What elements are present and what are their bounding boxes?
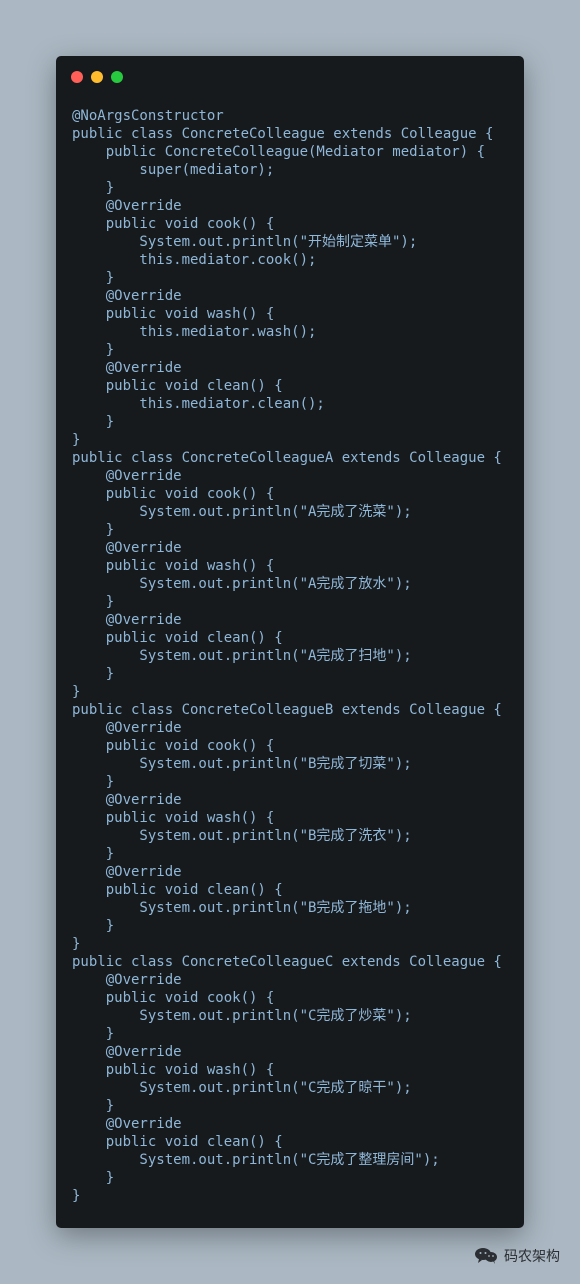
maximize-button[interactable] [111, 71, 123, 83]
code-line: public void wash() { [72, 1062, 275, 1078]
code-line: System.out.println("C完成了炒菜"); [72, 1008, 412, 1024]
code-line: public class ConcreteColleague extends C… [72, 126, 494, 142]
code-line: System.out.println("C完成了晾干"); [72, 1080, 412, 1096]
code-line: @NoArgsConstructor [72, 108, 224, 124]
code-line: public void clean() { [72, 1134, 283, 1150]
code-line: public void cook() { [72, 216, 275, 232]
code-line: System.out.println("B完成了切菜"); [72, 756, 412, 772]
code-line: @Override [72, 972, 182, 988]
code-line: public void clean() { [72, 378, 283, 394]
code-line: this.mediator.cook(); [72, 252, 317, 268]
watermark: 码农架构 [474, 1246, 560, 1266]
code-line: public void cook() { [72, 486, 275, 502]
window-controls [71, 71, 123, 83]
code-line: public void wash() { [72, 306, 275, 322]
code-line: @Override [72, 720, 182, 736]
code-line: } [72, 270, 115, 286]
code-line: System.out.println("A完成了洗菜"); [72, 504, 412, 520]
code-line: } [72, 594, 115, 610]
code-line: public ConcreteColleague(Mediator mediat… [72, 144, 486, 160]
watermark-label: 码农架构 [504, 1249, 560, 1265]
close-button[interactable] [71, 71, 83, 83]
code-line: @Override [72, 612, 182, 628]
code-window: @NoArgsConstructor public class ConcreteC… [56, 56, 524, 1228]
code-line: } [72, 1188, 81, 1204]
code-line: } [72, 522, 115, 538]
code-line: @Override [72, 360, 182, 376]
code-line: @Override [72, 792, 182, 808]
code-line: public void wash() { [72, 810, 275, 826]
code-line: } [72, 1170, 115, 1186]
code-line: this.mediator.clean(); [72, 396, 325, 412]
code-line: @Override [72, 468, 182, 484]
code-line: System.out.println("A完成了扫地"); [72, 648, 412, 664]
code-line: System.out.println("B完成了拖地"); [72, 900, 412, 916]
minimize-button[interactable] [91, 71, 103, 83]
code-line: System.out.println("B完成了洗衣"); [72, 828, 412, 844]
code-line: } [72, 684, 81, 700]
code-line: } [72, 936, 81, 952]
code-line: @Override [72, 1044, 182, 1060]
code-line: } [72, 774, 115, 790]
code-line: } [72, 414, 115, 430]
code-line: } [72, 666, 115, 682]
code-line: public class ConcreteColleagueB extends … [72, 702, 502, 718]
code-line: System.out.println("A完成了放水"); [72, 576, 412, 592]
code-line: } [72, 846, 115, 862]
code-line: public void clean() { [72, 630, 283, 646]
code-line: super(mediator); [72, 162, 275, 178]
code-block: @NoArgsConstructor public class ConcreteC… [72, 107, 502, 1205]
code-line: public void clean() { [72, 882, 283, 898]
code-line: @Override [72, 198, 182, 214]
code-line: } [72, 1026, 115, 1042]
code-line: } [72, 1098, 115, 1114]
code-line: System.out.println("C完成了整理房间"); [72, 1152, 440, 1168]
code-line: this.mediator.wash(); [72, 324, 317, 340]
code-line: public class ConcreteColleagueA extends … [72, 450, 502, 466]
code-line: @Override [72, 288, 182, 304]
code-line: @Override [72, 1116, 182, 1132]
code-line: } [72, 180, 115, 196]
code-line: } [72, 432, 81, 448]
code-line: } [72, 918, 115, 934]
code-line: System.out.println("开始制定菜单"); [72, 234, 418, 250]
code-line: @Override [72, 540, 182, 556]
code-line: } [72, 342, 115, 358]
code-line: @Override [72, 864, 182, 880]
code-line: public void wash() { [72, 558, 275, 574]
code-line: public class ConcreteColleagueC extends … [72, 954, 502, 970]
code-line: public void cook() { [72, 990, 275, 1006]
wechat-icon [474, 1247, 498, 1265]
code-line: public void cook() { [72, 738, 275, 754]
